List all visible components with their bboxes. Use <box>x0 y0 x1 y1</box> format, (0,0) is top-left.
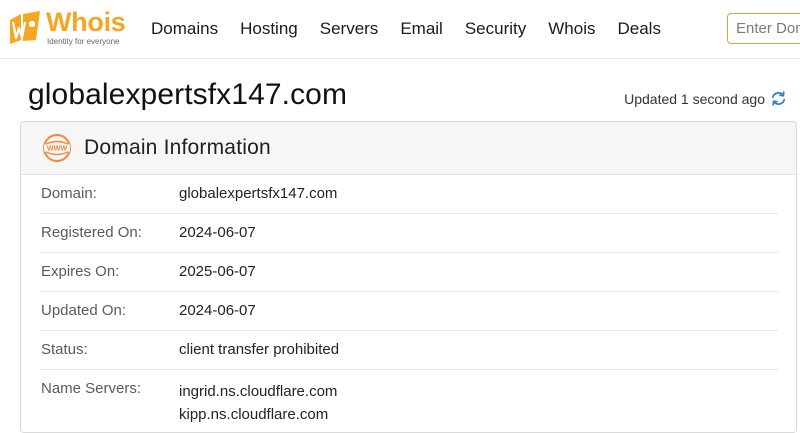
row-label: Expires On: <box>41 263 120 280</box>
updated-status: Updated 1 second ago <box>624 90 787 107</box>
name-server: kipp.ns.cloudflare.com <box>179 406 329 423</box>
www-icon: WWW <box>43 134 71 162</box>
domain-info-table: Domain: globalexpertsfx147.com Registere… <box>41 175 778 426</box>
row-label: Name Servers: <box>41 380 142 397</box>
row-value: 2024-06-07 <box>179 224 256 241</box>
logo-wordmark: Whois <box>46 7 126 37</box>
row-value: client transfer prohibited <box>179 341 340 358</box>
info-row-updated-on: Updated On: 2024-06-07 <box>41 292 778 331</box>
name-server: ingrid.ns.cloudflare.com <box>179 383 338 400</box>
info-row-status: Status: client transfer prohibited <box>41 331 778 370</box>
whois-logo[interactable]: Whois Identity for everyone <box>4 6 130 50</box>
nav-item-domains[interactable]: Domains <box>151 19 218 39</box>
domain-search-input[interactable] <box>727 13 800 44</box>
row-label: Updated On: <box>41 302 127 319</box>
logo-tagline: Identity for everyone <box>47 37 120 46</box>
nav-item-security[interactable]: Security <box>465 19 526 39</box>
refresh-icon[interactable] <box>770 90 787 107</box>
info-row-expires-on: Expires On: 2025-06-07 <box>41 253 778 292</box>
nav-item-hosting[interactable]: Hosting <box>240 19 298 39</box>
info-row-name-servers: Name Servers: ingrid.ns.cloudflare.com k… <box>41 370 778 426</box>
row-value: 2025-06-07 <box>179 263 256 280</box>
nav-item-servers[interactable]: Servers <box>320 19 379 39</box>
row-value: globalexpertsfx147.com <box>179 185 338 202</box>
nav-item-deals[interactable]: Deals <box>617 19 660 39</box>
svg-text:WWW: WWW <box>47 144 68 153</box>
row-label: Registered On: <box>41 224 142 241</box>
nav-item-whois[interactable]: Whois <box>548 19 595 39</box>
domain-information-card: WWW Domain Information Domain: globalexp… <box>20 121 797 433</box>
whois-logo-icon <box>10 11 40 44</box>
row-value: 2024-06-07 <box>179 302 256 319</box>
name-server-list: ingrid.ns.cloudflare.com kipp.ns.cloudfl… <box>179 380 337 426</box>
page-title: globalexpertsfx147.com <box>28 78 348 111</box>
info-row-registered-on: Registered On: 2024-06-07 <box>41 214 778 253</box>
updated-text: Updated 1 second ago <box>624 90 765 107</box>
nav-item-email[interactable]: Email <box>400 19 443 39</box>
main-nav: Domains Hosting Servers Email Security W… <box>140 0 672 58</box>
card-title: Domain Information <box>84 136 271 159</box>
row-label: Domain: <box>41 185 97 202</box>
card-header: WWW Domain Information <box>21 122 796 175</box>
top-navigation-bar: Whois Identity for everyone Domains Host… <box>0 0 800 59</box>
info-row-domain: Domain: globalexpertsfx147.com <box>41 175 778 214</box>
row-label: Status: <box>41 341 88 358</box>
